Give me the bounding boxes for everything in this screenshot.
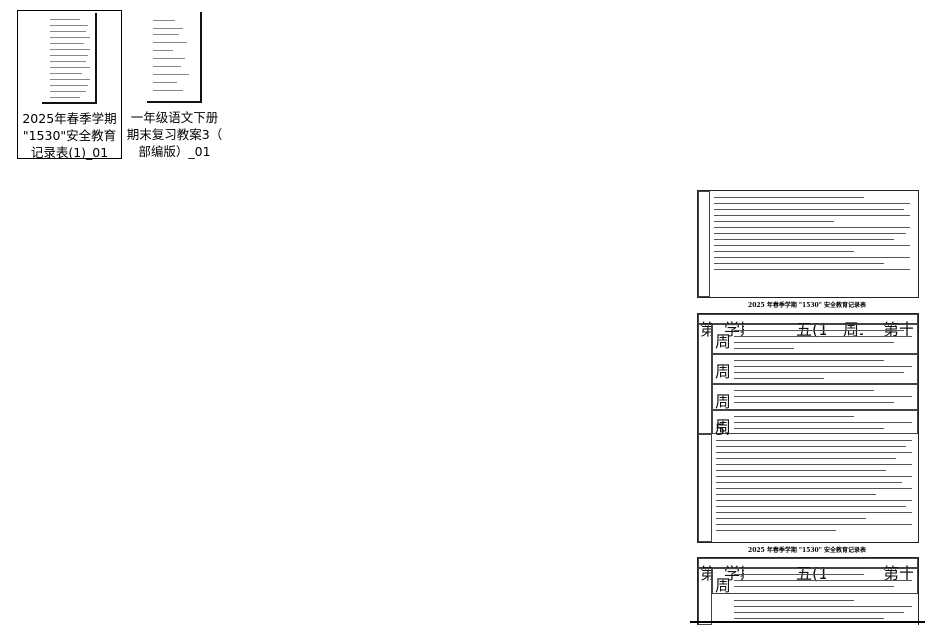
preview-bottom-rule [690,621,925,623]
preview-page-2: 第1周 学期 五(1)班 周二 第十日 周一 周三 周四 周五 5.30 [697,313,919,543]
document-thumbnail-icon [147,12,202,103]
file-name: 一年级语文下册 期末复习教案3（ 部编版）_01 [126,110,223,159]
preview-page-1 [697,190,919,298]
file-icon-safety-record[interactable]: 2025年春季学期 "1530"安全教育 记录表(1)_01 [17,10,122,160]
preview-page-3: 第1周 学期 五(1)班 第十日 周一 [697,557,919,625]
file-icon-chinese-lesson-plan[interactable]: 一年级语文下册 期末复习教案3（ 部编版）_01 [122,10,227,160]
page-3-title: 2025 年春季学期 "1530" 安全教育记录表 [748,547,866,554]
file-name: 2025年春季学期 "1530"安全教育 记录表(1)_01 [22,111,117,160]
page-2-title: 2025 年春季学期 "1530" 安全教育记录表 [748,302,866,309]
document-thumbnail-icon [42,13,97,104]
